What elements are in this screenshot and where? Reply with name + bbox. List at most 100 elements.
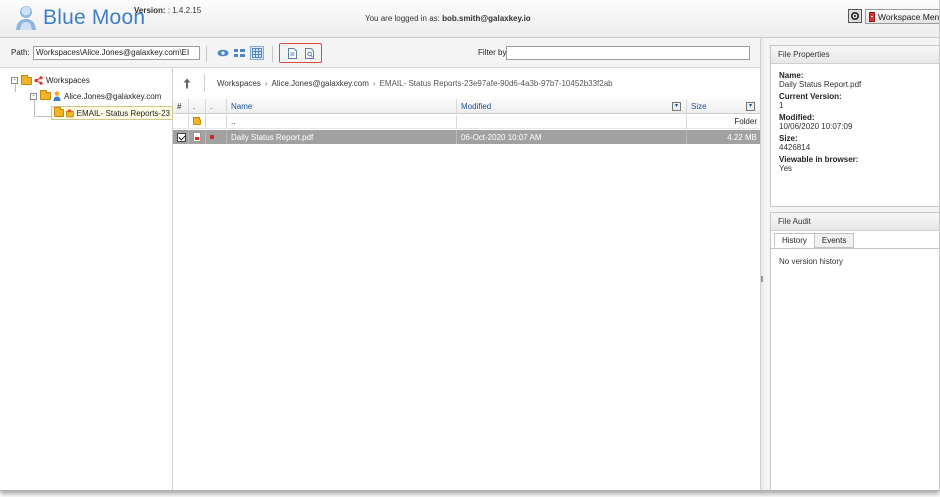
tree-label: Alice.Jones@galaxkey.com [64, 91, 162, 101]
tab-events[interactable]: Events [813, 233, 855, 248]
tab-history[interactable]: History [774, 233, 815, 248]
table-row[interactable]: .. Folder [173, 115, 760, 129]
app-logo: Blue Moon [14, 5, 145, 31]
path-label: Path: [11, 48, 30, 57]
prop-viewable-value: Yes [779, 164, 793, 173]
folder-tree: - Workspaces - Alice.Jones@galaxkey.com … [0, 67, 173, 490]
row-status-cell [206, 115, 227, 128]
up-arrow-icon[interactable] [183, 78, 191, 89]
row-status-cell [206, 130, 227, 144]
row-modified [457, 115, 687, 128]
locked-folder-icon [65, 109, 74, 118]
collapse-icon[interactable]: - [30, 92, 37, 100]
app-window: Blue Moon Version: : 1.4.2.15 You are lo… [0, 0, 940, 491]
file-search-icon[interactable] [303, 46, 317, 60]
tree-node-user[interactable]: - Alice.Jones@galaxkey.com [30, 90, 162, 101]
col-header-modified[interactable]: Modified ▾ [457, 99, 687, 113]
breadcrumb-current: EMAIL- Status Reports-23e97afe-90d6-4a3b… [379, 79, 613, 88]
logged-in-prefix: You are logged in as: [365, 14, 440, 23]
file-properties-title: File Properties [771, 46, 939, 64]
app-header: Blue Moon Version: : 1.4.2.15 You are lo… [0, 0, 940, 38]
col-header-name[interactable]: Name [227, 99, 457, 113]
audit-tabs: History Events [774, 233, 855, 248]
version-value: : 1.4.2.15 [167, 6, 202, 15]
user-icon [53, 91, 61, 101]
collapse-icon[interactable]: - [11, 77, 18, 84]
col-header-status[interactable]: . [206, 99, 227, 113]
file-list-panel: Workspaces › Alice.Jones@galaxkey.com › EMAI… [173, 67, 760, 490]
row-checkbox-cell[interactable] [173, 130, 189, 144]
tree-label: Workspaces [46, 76, 90, 85]
prop-name-value: Daily Status Report.pdf [779, 80, 862, 89]
eye-icon[interactable] [216, 46, 230, 60]
row-modified: 06-Oct-2020 10:07 AM [457, 130, 687, 144]
folder-icon [193, 116, 201, 125]
settings-button[interactable] [848, 9, 862, 23]
share-icon [34, 76, 43, 85]
file-properties-panel: File Properties Name: Daily Status Repor… [770, 45, 939, 207]
filter-label: Filter by: [478, 48, 509, 57]
file-audit-title: File Audit [771, 213, 939, 231]
row-checkbox[interactable] [177, 132, 186, 142]
col-header-type[interactable]: . [189, 99, 206, 113]
splitter-grip-icon[interactable] [761, 276, 763, 282]
folder-icon [54, 107, 64, 117]
row-name[interactable]: .. [227, 115, 457, 128]
chevron-down-icon[interactable]: ▾ [746, 102, 755, 111]
col-header-size-label: Size [691, 101, 707, 111]
logged-in-user: bob.smith@galaxkey.io [442, 14, 531, 23]
menu-icon [869, 11, 876, 22]
list-view-icon[interactable] [232, 46, 246, 60]
moon-logo-icon [14, 5, 38, 31]
gear-icon [850, 11, 860, 21]
path-input[interactable]: Workspaces\Alice.Jones@galaxkey.com\EI [33, 46, 200, 60]
tree-label: EMAIL- Status Reports-23 [76, 108, 170, 118]
col-header-size[interactable]: Size ▾ [687, 99, 760, 113]
workspace-menu-label: Workspace Menu [878, 11, 940, 22]
breadcrumb-item-user[interactable]: Alice.Jones@galaxkey.com [272, 79, 369, 88]
tree-node-workspaces[interactable]: - Workspaces [11, 74, 90, 85]
row-name[interactable]: Daily Status Report.pdf [227, 130, 457, 144]
table-row[interactable]: Daily Status Report.pdf 06-Oct-2020 10:0… [173, 130, 760, 144]
tab-strip-line [771, 248, 939, 249]
file-properties-body: Name: Daily Status Report.pdf Current Ve… [771, 64, 939, 177]
breadcrumb-item-workspaces[interactable]: Workspaces [217, 79, 261, 88]
breadcrumb: Workspaces › Alice.Jones@galaxkey.com › EMAI… [173, 68, 760, 98]
prop-version-value: 1 [779, 101, 784, 110]
prop-version-label: Current Version: [779, 92, 842, 101]
version-label: Version: [134, 6, 166, 15]
row-size: 4.22 MB [727, 132, 757, 142]
row-type-cell [189, 130, 206, 144]
tree-connector [34, 116, 51, 117]
breadcrumb-divider [204, 74, 205, 92]
chevron-down-icon[interactable]: ▾ [672, 102, 681, 111]
workspace-menu-button[interactable]: Workspace Menu [865, 9, 940, 24]
pdf-file-icon [193, 132, 201, 142]
breadcrumb-separator: › [372, 79, 376, 88]
prop-modified-value: 10/06/2020 10:07:09 [779, 122, 853, 131]
prop-size-label: Size: [779, 134, 798, 143]
grid-header: # . . Name Modified ▾ Size ▾ [173, 99, 760, 114]
filter-input[interactable] [506, 46, 750, 60]
folder-icon [40, 90, 51, 100]
toolbar-separator [206, 46, 207, 62]
app-name: Blue Moon [43, 6, 146, 29]
no-history-text: No version history [779, 257, 844, 266]
prop-size-value: 4426814 [779, 143, 811, 152]
grid-view-icon[interactable] [250, 46, 264, 60]
row-type-cell [189, 115, 206, 128]
file-new-icon[interactable] [285, 46, 299, 60]
version-info: Version: : 1.4.2.15 [134, 6, 201, 15]
tree-node-email-folder[interactable]: EMAIL- Status Reports-23 [51, 106, 173, 120]
prop-viewable-label: Viewable in browser: [779, 155, 859, 164]
protected-status-icon [210, 135, 214, 139]
toolbar-separator [272, 46, 273, 62]
prop-modified-label: Modified: [779, 113, 815, 122]
toolbar: Path: Workspaces\Alice.Jones@galaxkey.co… [0, 38, 760, 67]
folder-icon [21, 74, 32, 85]
logged-in-info: You are logged in as: bob.smith@galaxkey… [365, 14, 531, 23]
breadcrumb-path: Workspaces › Alice.Jones@galaxkey.com › EMAI… [217, 79, 613, 88]
col-header-number: # [173, 99, 189, 113]
panel-splitter[interactable] [760, 38, 764, 490]
prop-name-label: Name: [779, 71, 804, 80]
